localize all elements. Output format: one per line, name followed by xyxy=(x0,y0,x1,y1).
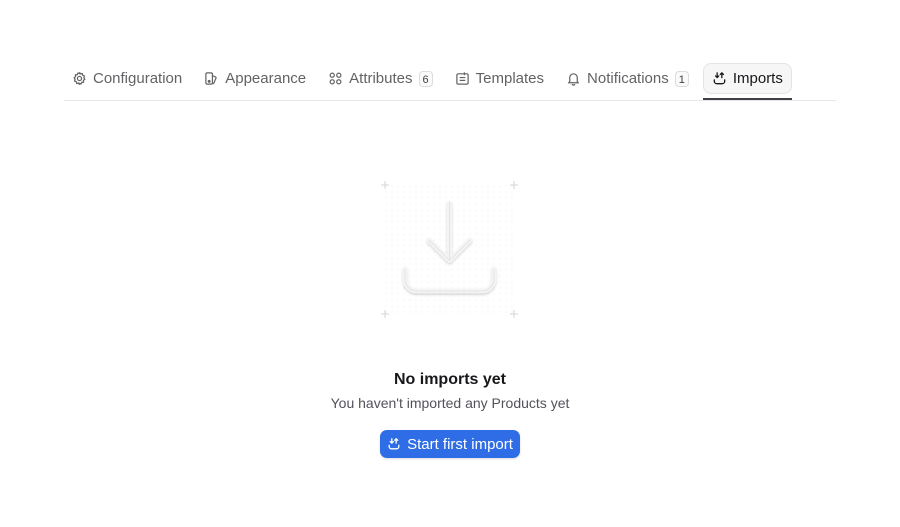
tab-label: Appearance xyxy=(225,70,307,87)
import-icon xyxy=(712,71,727,86)
empty-state-subtitle: You haven't imported any Products yet xyxy=(330,395,570,411)
grid-icon xyxy=(328,71,343,86)
tab-label: Notifications xyxy=(587,70,669,87)
download-icon xyxy=(381,181,518,318)
palette-icon xyxy=(204,71,219,86)
tab-configuration[interactable]: Configuration xyxy=(64,63,190,94)
tab-attributes[interactable]: Attributes 6 xyxy=(320,63,441,94)
tab-notifications[interactable]: Notifications 1 xyxy=(558,63,697,94)
start-first-import-button[interactable]: Start first import xyxy=(380,430,520,458)
tab-bar: Configuration Appearance Attributes 6 Te… xyxy=(64,63,836,101)
count-badge: 1 xyxy=(674,70,689,87)
import-icon xyxy=(387,437,401,451)
tab-label: Attributes xyxy=(349,70,413,87)
tab-label: Configuration xyxy=(93,70,183,87)
empty-state-title: No imports yet xyxy=(393,371,506,388)
count-badge: 6 xyxy=(418,70,433,87)
gear-icon xyxy=(72,71,87,86)
template-icon xyxy=(455,71,470,86)
tab-label: Templates xyxy=(475,70,545,87)
imports-page: Configuration Appearance Attributes 6 Te… xyxy=(0,0,900,527)
tab-imports[interactable]: Imports xyxy=(702,63,792,100)
tab-label: Imports xyxy=(732,70,783,87)
tab-appearance[interactable]: Appearance xyxy=(196,63,314,94)
tab-templates[interactable]: Templates xyxy=(447,63,552,94)
button-label: Start first import xyxy=(407,435,513,453)
bell-icon xyxy=(566,71,581,86)
